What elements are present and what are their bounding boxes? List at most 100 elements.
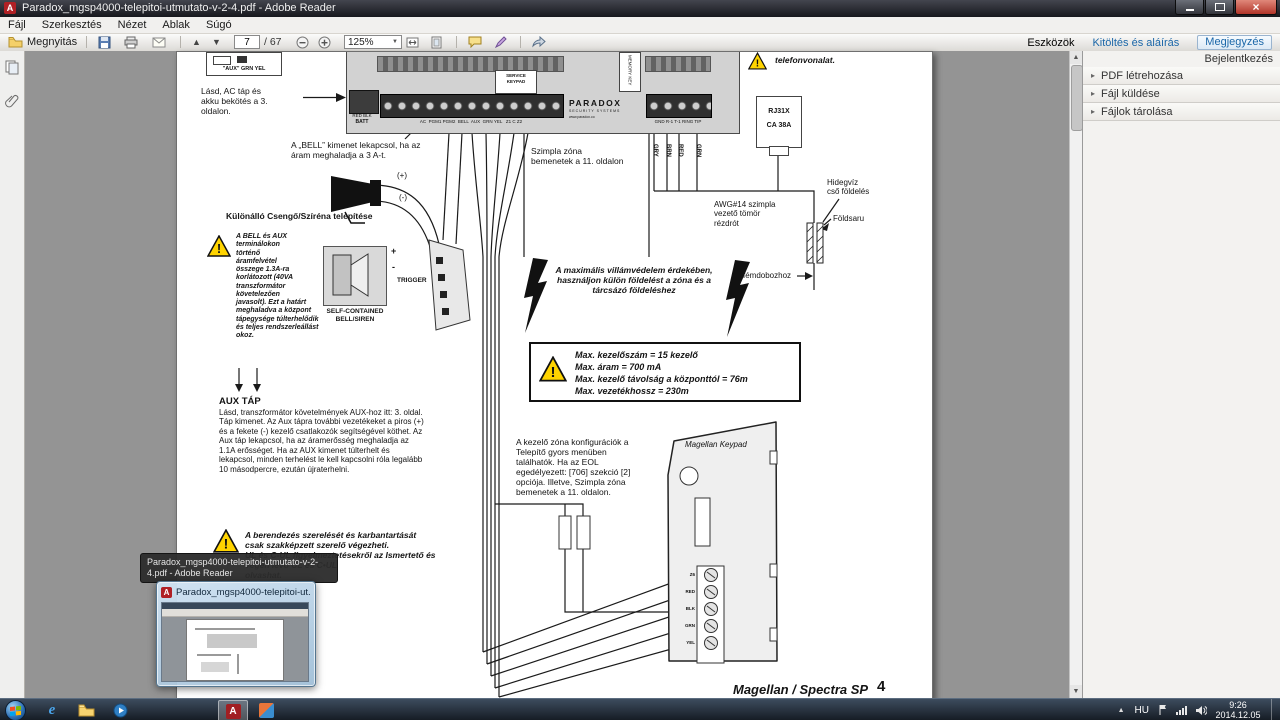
- system-tray: ▲ HU 9:26 2014.12.05: [1114, 699, 1280, 720]
- network-icon[interactable]: [1175, 705, 1188, 716]
- warning-icon: !: [747, 52, 768, 75]
- control-panel-board: RED BLK BATT AC PGM1 PGM2 BELL AUX GRN Y…: [346, 52, 740, 134]
- down-arrow-icon: ▼: [212, 37, 221, 47]
- tools-panel: Bejelentkezés ▸ PDF létrehozása ▸ Fájl k…: [1082, 51, 1280, 698]
- show-desktop-button[interactable]: [1271, 699, 1280, 720]
- doc-term-minus: -: [392, 262, 395, 272]
- next-page-button[interactable]: ▼: [212, 35, 221, 49]
- rj31x-label: RJ31X CA 38A: [766, 108, 792, 129]
- scroll-down-button[interactable]: ▼: [1070, 685, 1082, 698]
- print-button[interactable]: [124, 35, 138, 49]
- memory-key-connector: MEMORY KEY: [619, 52, 641, 92]
- zoom-in-icon: [318, 36, 331, 48]
- panel-item-create-pdf[interactable]: ▸ PDF létrehozása: [1083, 67, 1280, 85]
- pdf-file-icon: A: [161, 587, 172, 598]
- minimize-button[interactable]: [1175, 0, 1204, 15]
- panel-item-send-file[interactable]: ▸ Fájl küldése: [1083, 85, 1280, 103]
- battery-label: BATT: [355, 119, 369, 125]
- window-title: Paradox_mgsp4000-telepitoi-utmutato-v-2-…: [22, 2, 336, 14]
- zoom-out-icon: [296, 36, 309, 48]
- connector-glyph: [237, 56, 247, 63]
- page-thumbnails-button[interactable]: [4, 59, 20, 75]
- preview-thumbnail[interactable]: [161, 602, 309, 682]
- open-button[interactable]: Megnyitás: [8, 35, 77, 49]
- doc-femdoboz: fémdobozhoz: [743, 271, 792, 280]
- hidden-icons-button[interactable]: ▲: [1118, 707, 1125, 714]
- language-indicator[interactable]: HU: [1135, 705, 1149, 716]
- menu-help[interactable]: Súgó: [198, 19, 240, 31]
- email-button[interactable]: [152, 35, 166, 49]
- minimize-icon: [1185, 9, 1194, 11]
- page-thumbnails-icon: [5, 60, 19, 75]
- toolbar-separator: [86, 36, 87, 48]
- open-label: Megnyitás: [27, 36, 78, 48]
- navigation-rail: ke-width="1.4"/>: [0, 51, 25, 698]
- maximize-button[interactable]: [1205, 0, 1234, 15]
- doc-term-plus: +: [391, 246, 397, 256]
- menu-window[interactable]: Ablak: [154, 19, 198, 31]
- taskbar-thumbnail-preview[interactable]: A Paradox_mgsp4000-telepitoi-ut...: [156, 581, 316, 687]
- title-bar: A Paradox_mgsp4000-telepitoi-utmutato-v-…: [0, 0, 1280, 17]
- keypad-terminal-z6: Z6: [689, 572, 695, 577]
- taskbar-explorer-button[interactable]: [72, 700, 100, 720]
- doc-keypad-label: Magellan Keypad: [685, 440, 747, 449]
- taskbar-media-button[interactable]: [106, 700, 134, 720]
- fill-sign-button[interactable]: Kitöltés és aláírás: [1092, 37, 1179, 49]
- fit-width-button[interactable]: [406, 35, 419, 49]
- paperclip-icon: ke-width="1.4"/>: [5, 95, 19, 108]
- share-button[interactable]: [532, 35, 546, 49]
- action-center-flag-icon[interactable]: [1158, 704, 1169, 716]
- svg-text:!: !: [217, 241, 221, 256]
- taskbar-ie-button[interactable]: e: [38, 700, 66, 720]
- scroll-up-button[interactable]: ▲: [1070, 51, 1082, 64]
- zoom-select[interactable]: 125% ▼: [344, 35, 402, 49]
- pen-icon: [494, 35, 507, 48]
- doc-note-ac: Lásd, AC táp és akku bekötés a 3. oldalo…: [201, 86, 268, 117]
- start-button[interactable]: [5, 700, 26, 720]
- taskbar-app-button[interactable]: [252, 700, 280, 720]
- doc-phone-note: telefonvonalat.: [775, 55, 835, 65]
- comment-bubble-button[interactable]: [468, 35, 482, 49]
- fit-page-button[interactable]: [430, 35, 443, 49]
- doc-footer: Magellan / Spectra SP: [733, 682, 869, 697]
- panel-item-store-files[interactable]: ▸ Fájlok tárolása: [1083, 103, 1280, 121]
- keypad-terminal-blk: BLK: [685, 606, 695, 611]
- page-number-input[interactable]: [234, 35, 260, 49]
- clock[interactable]: 9:26 2014.12.05: [1211, 700, 1265, 720]
- windows-logo-icon: [10, 705, 21, 716]
- vertical-scrollbar: ▲ ▼: [1069, 51, 1083, 698]
- menu-edit[interactable]: Szerkesztés: [34, 19, 110, 31]
- bell-siren-unit: [323, 246, 387, 306]
- zoom-out-button[interactable]: [296, 35, 309, 49]
- mini-document: [162, 617, 308, 681]
- doc-coldwater: Hidegvíz cső földelés: [827, 178, 870, 197]
- doc-footer-page: 4: [877, 678, 886, 695]
- chevron-right-icon: ▸: [1091, 89, 1096, 98]
- svg-text:!: !: [550, 364, 555, 381]
- toolbar-separator: [180, 36, 181, 48]
- sign-pen-button[interactable]: [494, 35, 507, 49]
- keypad-terminal-grn: GRN: [685, 623, 695, 628]
- save-icon: [98, 36, 111, 48]
- save-button[interactable]: [98, 35, 111, 49]
- taskbar-adobe-reader-button[interactable]: A: [218, 700, 248, 720]
- max-ratings-box: ! Max. kezelőszám = 15 kezelő Max. áram …: [529, 342, 801, 402]
- sign-in-button[interactable]: Bejelentkezés: [1205, 53, 1274, 65]
- rj31x-jack: [769, 146, 789, 156]
- comment-pane-button[interactable]: Megjegyzés: [1197, 35, 1272, 50]
- keypad-terminal-red: RED: [685, 589, 695, 594]
- ground-rod: [806, 222, 824, 264]
- previous-page-button[interactable]: ▲: [192, 35, 201, 49]
- doc-note-bell: A „BELL” kimenet lekapcsol, ha az áram m…: [291, 140, 421, 161]
- zoom-in-button[interactable]: [318, 35, 331, 49]
- keypad-terminal-yel: YEL: [686, 640, 695, 645]
- close-button[interactable]: ×: [1235, 0, 1277, 15]
- paradox-url: www.paradox.co: [569, 115, 595, 119]
- volume-icon[interactable]: [1195, 705, 1207, 716]
- attachments-button[interactable]: ke-width="1.4"/>: [4, 93, 20, 109]
- folder-icon: [78, 704, 94, 716]
- menu-view[interactable]: Nézet: [110, 19, 155, 31]
- menu-file[interactable]: Fájl: [0, 19, 34, 31]
- tools-button[interactable]: Eszközök: [1027, 37, 1074, 49]
- service-keypad-label: SERVICE KEYPAD: [506, 73, 526, 84]
